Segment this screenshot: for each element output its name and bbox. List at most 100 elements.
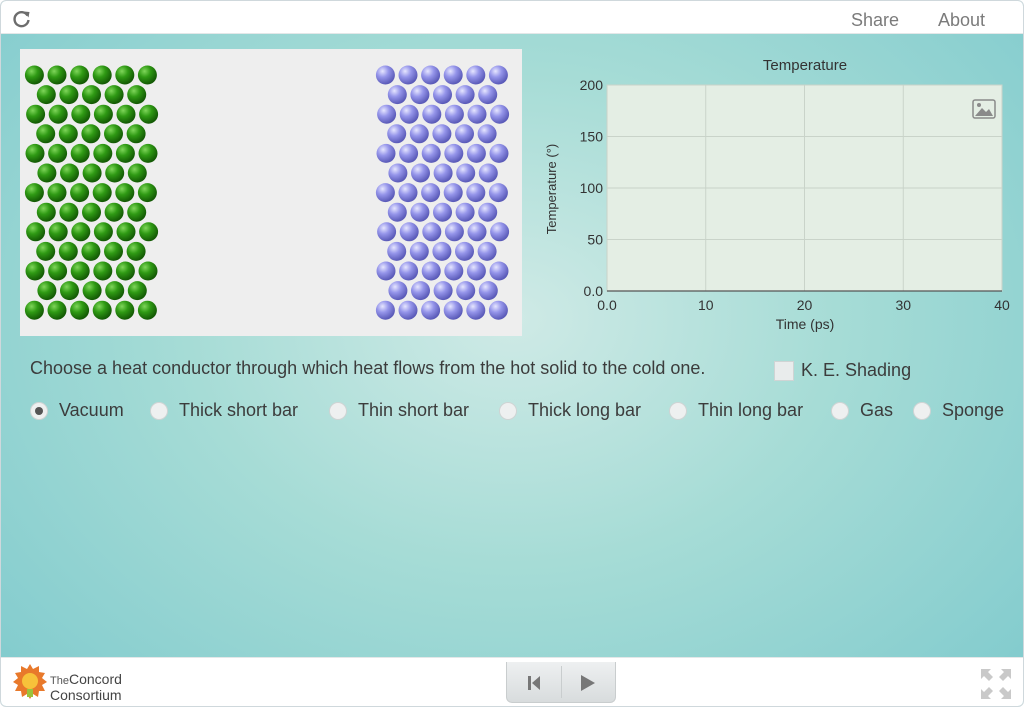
atom	[489, 261, 509, 281]
molecular-model[interactable]	[20, 49, 522, 336]
atom	[478, 85, 498, 105]
y-axis-label: Temperature (°)	[544, 144, 559, 234]
radio-sponge[interactable]: Sponge	[913, 400, 1004, 421]
top-bar: Share About	[1, 1, 1023, 34]
play-button[interactable]	[562, 670, 616, 696]
atom	[48, 222, 68, 242]
atom	[48, 104, 68, 124]
atom	[421, 143, 441, 163]
x-tick-label: 40	[994, 297, 1010, 313]
atom	[466, 261, 486, 281]
atom	[138, 143, 158, 163]
atom	[93, 143, 113, 163]
fullscreen-icon[interactable]	[979, 667, 1013, 701]
atom	[388, 281, 408, 301]
atom	[376, 143, 396, 163]
radio-button[interactable]	[499, 401, 517, 420]
atom	[387, 202, 407, 222]
atom	[387, 85, 407, 105]
atom	[70, 261, 90, 281]
radio-label[interactable]: Vacuum	[59, 400, 124, 421]
atom	[375, 300, 395, 320]
atom	[421, 261, 441, 281]
atom	[36, 202, 56, 222]
atom	[71, 104, 91, 124]
radio-gas[interactable]: Gas	[831, 400, 893, 421]
radio-label[interactable]: Gas	[860, 400, 893, 421]
atom	[25, 261, 45, 281]
y-tick-label: 100	[580, 180, 604, 196]
atom	[432, 241, 452, 261]
atom	[138, 261, 158, 281]
atom	[116, 104, 136, 124]
atom	[477, 241, 497, 261]
radio-label[interactable]: Thin long bar	[698, 400, 803, 421]
atom	[93, 261, 113, 281]
atom	[115, 65, 135, 85]
radio-button[interactable]	[669, 401, 687, 420]
atom	[104, 85, 124, 105]
atom	[137, 183, 157, 203]
atom	[398, 300, 418, 320]
ke-shading-label[interactable]: K. E. Shading	[801, 360, 911, 381]
radio-label[interactable]: Thick long bar	[528, 400, 641, 421]
atom	[82, 281, 102, 301]
radio-thick-long-bar[interactable]: Thick long bar	[499, 400, 641, 421]
radio-button[interactable]	[30, 401, 48, 420]
logo-concord: Concord	[68, 671, 122, 687]
model-canvas[interactable]	[20, 49, 522, 336]
radio-vacuum[interactable]: Vacuum	[30, 400, 124, 421]
radio-thin-long-bar[interactable]: Thin long bar	[669, 400, 803, 421]
atom	[433, 202, 452, 222]
atom	[127, 202, 147, 222]
atom	[24, 183, 44, 203]
cold-solid-atoms	[375, 65, 510, 320]
atom	[444, 222, 464, 242]
x-tick-label: 10	[698, 297, 714, 313]
atom	[82, 202, 101, 222]
atom	[26, 104, 46, 124]
radio-button[interactable]	[150, 401, 168, 420]
reload-icon[interactable]	[12, 9, 32, 29]
atom	[24, 65, 44, 85]
radio-label[interactable]: Thick short bar	[179, 400, 298, 421]
share-link[interactable]: Share	[851, 10, 899, 31]
atom	[92, 65, 112, 85]
atom	[93, 222, 113, 242]
atom	[58, 124, 78, 144]
atom	[116, 222, 136, 242]
radio-label[interactable]: Thin short bar	[358, 400, 469, 421]
atom	[466, 300, 486, 320]
atom	[443, 183, 463, 203]
atom	[127, 163, 147, 183]
atom	[455, 241, 474, 261]
atom	[47, 183, 67, 203]
atom	[477, 124, 497, 144]
atom	[433, 281, 453, 301]
atom	[48, 143, 68, 163]
atom	[127, 85, 147, 105]
ke-shading-checkbox[interactable]	[774, 361, 794, 381]
atom	[489, 143, 509, 163]
atom	[82, 85, 101, 105]
atom	[421, 183, 441, 203]
atom	[126, 241, 146, 261]
atom	[478, 281, 498, 301]
concord-consortium-logo[interactable]: TheConcord Consortium	[12, 663, 152, 703]
reset-to-start-button[interactable]	[507, 670, 561, 696]
radio-thin-short-bar[interactable]: Thin short bar	[329, 400, 469, 421]
atom	[36, 124, 56, 144]
atom	[387, 124, 407, 144]
radio-button[interactable]	[831, 401, 849, 420]
radio-button[interactable]	[913, 401, 931, 420]
about-link[interactable]: About	[938, 10, 985, 31]
atom	[104, 241, 123, 261]
temperature-chart: Temperature 0.0 10 20 30 40 200 150 100 50 0.0 T…	[544, 57, 1010, 332]
radio-button[interactable]	[329, 401, 347, 420]
atom	[139, 222, 159, 242]
atom	[375, 65, 395, 85]
radio-label[interactable]: Sponge	[942, 400, 1004, 421]
radio-thick-short-bar[interactable]: Thick short bar	[150, 400, 298, 421]
atom	[137, 300, 157, 320]
atom	[139, 104, 159, 124]
